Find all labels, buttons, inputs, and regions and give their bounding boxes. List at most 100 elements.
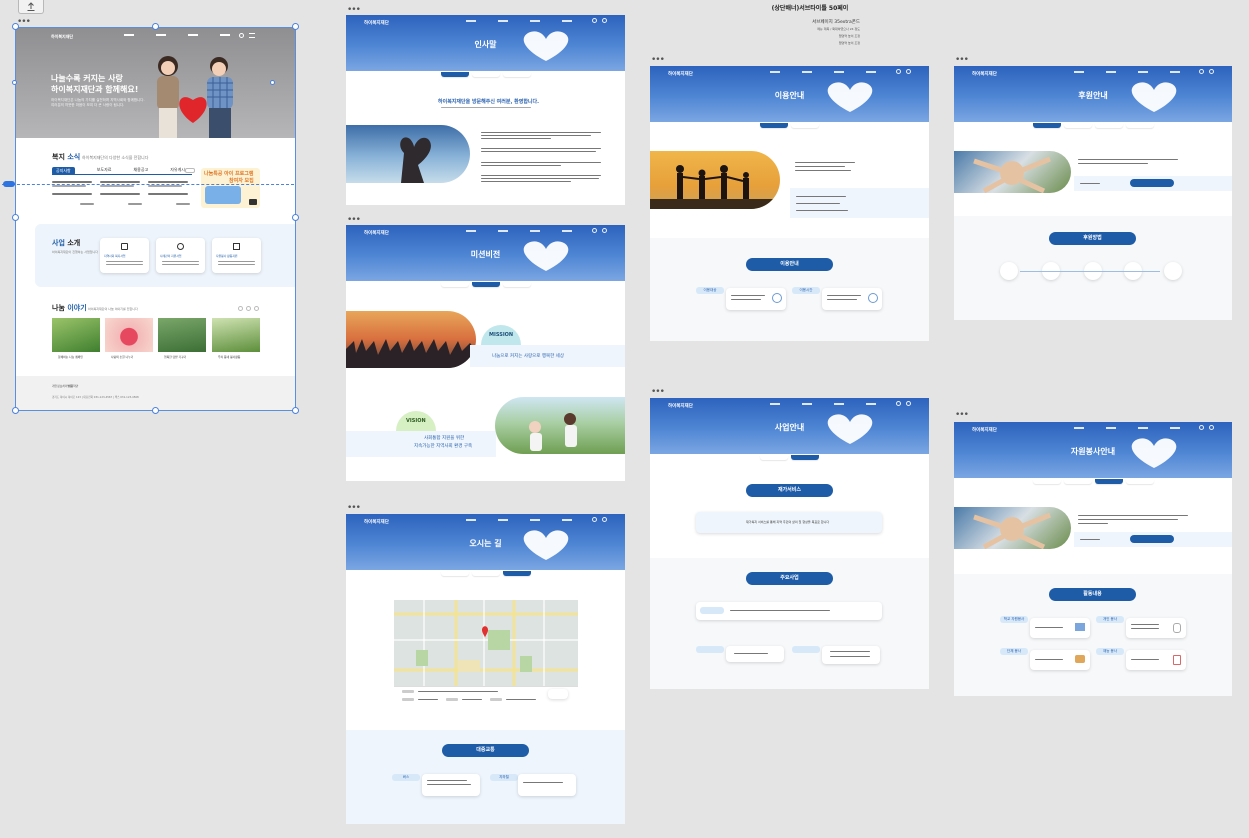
location-map[interactable] <box>394 600 578 692</box>
resize-handle[interactable] <box>292 214 299 221</box>
board-menu-dots[interactable]: ••• <box>955 411 969 420</box>
volunteer-activity-section: 활동내용 학교 자원봉사 개인 봉사 단체 봉사 재능 봉사 <box>954 574 1232 696</box>
sub-logo[interactable]: 하이복지재단 <box>364 230 389 236</box>
board-greeting[interactable]: 하이복지재단 인사말 하이복지재단을 방문해주신 여러분, 환영합니다. <box>346 15 625 205</box>
menu-icon[interactable] <box>1209 69 1214 74</box>
search-icon[interactable] <box>896 401 901 406</box>
volunteer-apply-button[interactable] <box>1130 535 1174 543</box>
sub-tabs[interactable] <box>650 123 929 128</box>
subway-info-card <box>518 774 576 796</box>
usage-time-label: 이용시간 <box>792 287 820 294</box>
steps-connector <box>1020 271 1160 272</box>
fax-label <box>446 698 458 701</box>
search-icon[interactable] <box>1199 69 1204 74</box>
sub-logo[interactable]: 하이복지재단 <box>668 71 693 77</box>
board-menu-dots[interactable]: ••• <box>651 56 665 65</box>
resize-handle[interactable] <box>152 23 159 30</box>
sub-page-title: 오시는 길 <box>469 539 502 548</box>
board-business-guide[interactable]: 하이복지재단 사업안내 재가서비스 재가복지 서비스를 통해 지역 주민의 삶의… <box>650 398 929 689</box>
board-menu-dots[interactable]: ••• <box>17 18 31 27</box>
sub-tabs[interactable] <box>346 282 625 287</box>
resize-handle[interactable] <box>292 23 299 30</box>
greeting-heart-hands-photo <box>346 125 470 183</box>
menu-icon[interactable] <box>1209 425 1214 430</box>
fax-text <box>462 699 482 700</box>
menu-icon[interactable] <box>906 401 911 406</box>
resize-handle[interactable] <box>12 407 19 414</box>
sub-nav[interactable] <box>1074 71 1180 73</box>
menu-icon[interactable] <box>602 228 607 233</box>
map-view-button[interactable] <box>548 689 568 699</box>
resize-handle[interactable] <box>12 80 17 85</box>
home-service-pill: 재가서비스 <box>746 484 833 497</box>
activity-card <box>1030 650 1090 670</box>
sub-logo[interactable]: 하이복지재단 <box>972 71 997 77</box>
search-icon[interactable] <box>1199 425 1204 430</box>
board-menu-dots[interactable]: ••• <box>347 504 361 513</box>
board-menu-dots[interactable]: ••• <box>651 388 665 397</box>
sub-nav[interactable] <box>770 71 876 73</box>
guide-drag-handle[interactable] <box>3 181 15 187</box>
sponsor-apply-button[interactable] <box>1130 179 1174 187</box>
upload-icon <box>27 2 35 11</box>
sub-logo[interactable]: 하이복지재단 <box>364 519 389 525</box>
search-icon[interactable] <box>896 69 901 74</box>
sponsor-hands-photo <box>954 151 1071 193</box>
mission-band: 나눔으로 커지는 사랑으로 행복한 세상 <box>470 345 625 367</box>
board-sponsor-guide[interactable]: 하이복지재단 후원안내 후원방법 <box>954 66 1232 320</box>
clock-icon <box>868 293 878 303</box>
search-icon[interactable] <box>592 18 597 23</box>
menu-icon[interactable] <box>602 18 607 23</box>
sub-logo[interactable]: 하이복지재단 <box>364 20 389 26</box>
board-volunteer-guide[interactable]: 하이복지재단 자원봉사안내 활동내용 학교 자원봉사 개인 봉사 단체 봉사 재… <box>954 422 1232 696</box>
board-menu-dots[interactable]: ••• <box>955 56 969 65</box>
sub-tabs[interactable] <box>954 123 1232 128</box>
bus-label: 버스 <box>392 774 420 781</box>
home-service-desc: 재가복지 서비스를 통해 지역 주민의 삶의 질 향상을 목표로 합니다 <box>746 520 830 524</box>
main-projects-section: 주요사업 <box>650 558 929 689</box>
usage-target-label: 이용대상 <box>696 287 724 294</box>
menu-icon[interactable] <box>602 517 607 522</box>
sub-tabs[interactable] <box>346 72 625 77</box>
home-service-card: 재가복지 서비스를 통해 지역 주민의 삶의 질 향상을 목표로 합니다 <box>696 512 882 533</box>
sub-nav[interactable] <box>466 230 572 232</box>
mission-text: 나눔으로 커지는 사랑으로 행복한 세상 <box>492 354 564 359</box>
resize-handle[interactable] <box>12 214 19 221</box>
vision-text: 지속가능한 지역사회 환경 구축 <box>414 444 473 449</box>
resize-handle[interactable] <box>292 407 299 414</box>
sub-nav[interactable] <box>770 403 876 405</box>
search-icon[interactable] <box>592 228 597 233</box>
sub-tabs[interactable] <box>346 571 625 576</box>
sub-page-title: 미션비전 <box>470 250 501 259</box>
activity-label: 재능 봉사 <box>1096 648 1124 655</box>
sponsor-method-section: 후원방법 <box>954 216 1232 320</box>
sub-tabs[interactable] <box>954 479 1232 484</box>
board-usage-guide[interactable]: 하이복지재단 이용안내 이용안내 이용대상 이용시간 <box>650 66 929 341</box>
board-mission-vision[interactable]: 하이복지재단 미션비전 MISSION 나눔으로 커지는 사랑으로 행복한 세상… <box>346 225 625 481</box>
vision-field-photo <box>495 397 625 454</box>
subway-label: 지하철 <box>490 774 518 781</box>
sub-nav[interactable] <box>466 20 572 22</box>
menu-icon[interactable] <box>906 69 911 74</box>
sub-nav[interactable] <box>1074 427 1180 429</box>
board-directions[interactable]: 하이복지재단 오시는 길 대중교통 버스 지하철 <box>346 514 625 824</box>
search-icon[interactable] <box>592 517 597 522</box>
project-label <box>792 646 820 653</box>
sub-logo[interactable]: 하이복지재단 <box>972 427 997 433</box>
resize-handle[interactable] <box>12 23 19 30</box>
bus-info-card <box>422 774 480 796</box>
board-menu-dots[interactable]: ••• <box>347 216 361 225</box>
export-button[interactable] <box>18 0 44 14</box>
volunteer-activity-pill: 활동내용 <box>1049 588 1136 601</box>
email-label <box>490 698 502 701</box>
sub-page-title: 사업안내 <box>774 423 805 432</box>
sub-logo[interactable]: 하이복지재단 <box>668 403 693 409</box>
resize-handle[interactable] <box>270 80 275 85</box>
sub-tabs[interactable] <box>650 455 929 460</box>
project-label <box>700 607 724 614</box>
resize-handle[interactable] <box>152 407 159 414</box>
address-text <box>418 691 498 692</box>
sub-nav[interactable] <box>466 519 572 521</box>
address-label <box>402 690 414 693</box>
board-menu-dots[interactable]: ••• <box>347 6 361 15</box>
